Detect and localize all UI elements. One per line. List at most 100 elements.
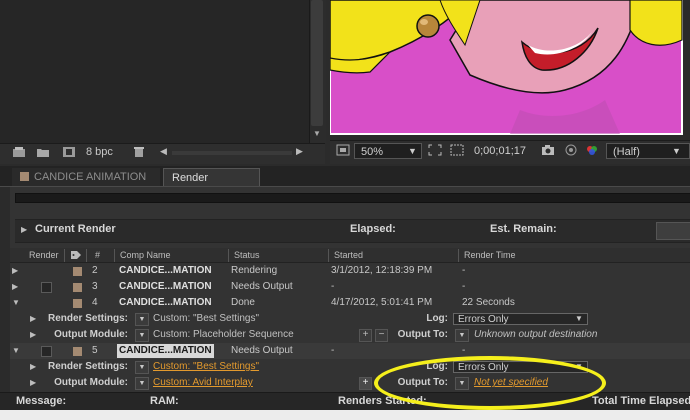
- interpret-footage-icon[interactable]: [12, 146, 26, 158]
- tab-render-queue[interactable]: Render Queue×: [163, 168, 260, 202]
- row-status: Needs Output: [231, 281, 293, 292]
- camera-icon[interactable]: [541, 144, 555, 156]
- message-label: Message:: [16, 395, 67, 407]
- output-module-value[interactable]: Custom: Placeholder Sequence: [153, 327, 294, 343]
- total-time-elapsed-label: Total Time Elapsed:: [592, 395, 690, 407]
- chevron-down-icon[interactable]: ▼: [135, 361, 149, 374]
- disclosure-triangle-icon[interactable]: ▼: [12, 343, 20, 359]
- column-header-render[interactable]: Render: [29, 249, 59, 262]
- cartoon-frame-image: [329, 0, 690, 140]
- remove-output-module-button[interactable]: −: [375, 329, 388, 342]
- disclosure-triangle-icon[interactable]: ▶: [12, 263, 18, 279]
- row-render-time: -: [462, 281, 466, 292]
- row-started: 3/1/2012, 12:18:39 PM: [331, 265, 433, 276]
- disclosure-triangle-icon[interactable]: ▶: [30, 327, 36, 343]
- render-progress-bar: [15, 193, 690, 203]
- row-render-time: -: [462, 265, 466, 276]
- current-time-display[interactable]: 0;00;01;17: [474, 145, 526, 157]
- label-color-swatch[interactable]: [73, 267, 82, 276]
- table-row[interactable]: [10, 343, 690, 359]
- tab-candice-animation[interactable]: CANDICE ANIMATION: [12, 168, 160, 186]
- disclosure-triangle-icon[interactable]: ▶: [21, 222, 27, 238]
- trash-icon[interactable]: [132, 146, 146, 158]
- output-module-link[interactable]: Custom: Avid Interplay: [153, 375, 253, 391]
- composition-viewer[interactable]: [329, 0, 690, 140]
- row-status: Needs Output: [231, 345, 293, 356]
- film-icon[interactable]: [62, 146, 76, 158]
- render-settings-label: Render Settings:: [47, 313, 128, 324]
- color-icon[interactable]: [585, 144, 599, 156]
- column-header-render-time[interactable]: Render Time: [464, 249, 516, 262]
- region-of-interest-icon[interactable]: [450, 144, 464, 156]
- current-render-label: Current Render: [35, 223, 116, 235]
- chevron-down-icon[interactable]: ▼: [135, 377, 149, 390]
- bit-depth-button[interactable]: 8 bpc: [86, 146, 113, 158]
- disclosure-triangle-icon[interactable]: ▼: [12, 295, 20, 311]
- chevron-down-icon[interactable]: ▼: [455, 329, 469, 342]
- row-started: -: [331, 345, 335, 356]
- chevron-down-icon: ▼: [575, 314, 583, 323]
- comp-name: CANDICE...MATION: [119, 265, 212, 276]
- show-snapshot-icon[interactable]: [564, 144, 578, 156]
- row-status: Done: [231, 297, 255, 308]
- row-started: 4/17/2012, 5:01:41 PM: [331, 297, 433, 308]
- row-number: 3: [92, 281, 98, 292]
- project-scroll-thumb[interactable]: [311, 0, 323, 126]
- table-row[interactable]: [10, 279, 690, 295]
- disclosure-triangle-icon[interactable]: ▶: [12, 279, 18, 295]
- row-status: Rendering: [231, 265, 278, 276]
- chevron-down-icon[interactable]: ▼: [135, 313, 149, 326]
- fit-frame-icon[interactable]: [428, 144, 442, 156]
- log-select-value: Errors Only: [458, 314, 509, 325]
- label-color-swatch[interactable]: [73, 299, 82, 308]
- label-color-swatch[interactable]: [73, 283, 82, 292]
- label-color-swatch[interactable]: [73, 347, 82, 356]
- render-settings-label: Render Settings:: [47, 361, 128, 372]
- output-to-value[interactable]: Unknown output destination: [474, 327, 597, 343]
- output-module-label: Output Module:: [54, 329, 128, 340]
- elapsed-label: Elapsed:: [350, 223, 396, 235]
- project-hscroll-track[interactable]: [172, 151, 292, 155]
- disclosure-triangle-icon[interactable]: ▶: [30, 311, 36, 327]
- render-checkbox[interactable]: [41, 282, 52, 293]
- disclosure-triangle-icon[interactable]: ▶: [30, 375, 36, 391]
- column-header-started[interactable]: Started: [334, 249, 363, 262]
- column-header-status[interactable]: Status: [234, 249, 260, 262]
- chevron-down-icon: ▼: [672, 146, 681, 156]
- comp-name: CANDICE...MATION: [119, 297, 212, 308]
- add-output-module-button[interactable]: +: [359, 377, 372, 390]
- label-tag-icon[interactable]: [70, 250, 82, 260]
- column-header-number[interactable]: #: [95, 249, 100, 262]
- row-render-time: 22 Seconds: [462, 297, 515, 308]
- taskbar-strip: [0, 410, 690, 420]
- ram-label: RAM:: [150, 395, 179, 407]
- log-label: Log:: [426, 313, 448, 324]
- output-to-label: Output To:: [397, 329, 448, 340]
- comp-name[interactable]: CANDICE...MATION: [117, 344, 214, 358]
- render-checkbox[interactable]: [41, 346, 52, 357]
- render-settings-link[interactable]: Custom: "Best Settings": [153, 359, 259, 375]
- output-module-label: Output Module:: [54, 377, 128, 388]
- render-button[interactable]: [656, 222, 690, 240]
- annotation-highlight-ellipse: [374, 356, 606, 410]
- render-settings-value[interactable]: Custom: "Best Settings": [153, 311, 259, 327]
- row-number: 5: [92, 345, 98, 356]
- comp-name: CANDICE...MATION: [119, 281, 212, 292]
- scroll-right-icon[interactable]: ▶: [296, 146, 303, 157]
- est-remain-label: Est. Remain:: [490, 223, 557, 235]
- project-panel: [0, 0, 325, 163]
- always-preview-icon[interactable]: [336, 144, 350, 156]
- log-select[interactable]: Errors Only: [453, 313, 588, 325]
- scroll-down-icon[interactable]: ▼: [311, 128, 323, 140]
- row-number: 2: [92, 265, 98, 276]
- chevron-down-icon: ▼: [408, 146, 417, 156]
- tab-label: CANDICE ANIMATION: [34, 171, 147, 183]
- add-output-module-button[interactable]: +: [359, 329, 372, 342]
- row-started: -: [331, 281, 335, 292]
- disclosure-triangle-icon[interactable]: ▶: [30, 359, 36, 375]
- row-number: 4: [92, 297, 98, 308]
- chevron-down-icon[interactable]: ▼: [135, 329, 149, 342]
- column-header-comp-name[interactable]: Comp Name: [120, 249, 171, 262]
- scroll-left-icon[interactable]: ◀: [160, 146, 167, 157]
- folder-icon[interactable]: [36, 146, 50, 158]
